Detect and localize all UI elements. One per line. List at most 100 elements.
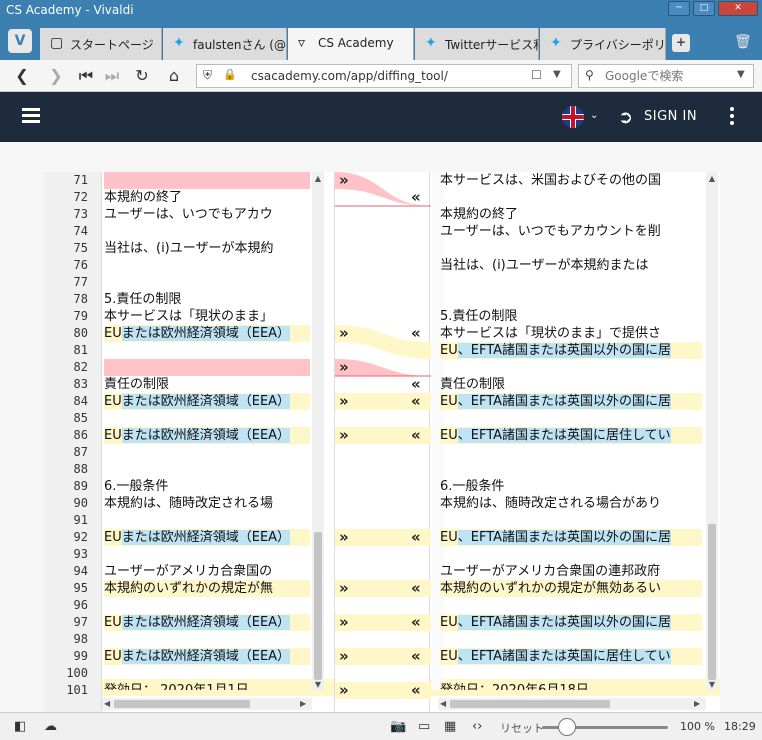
reload-icon[interactable]: ↻ bbox=[132, 66, 152, 86]
left-vertical-scrollbar[interactable]: ▲ ▼ bbox=[312, 172, 324, 690]
cloud-sync-icon[interactable]: ☁ bbox=[44, 719, 57, 734]
left-horizontal-scrollbar[interactable]: ◀ ▶ bbox=[102, 698, 312, 710]
merge-right-icon[interactable]: » bbox=[339, 427, 349, 444]
back-icon[interactable]: ❮ bbox=[12, 66, 32, 86]
hamburger-menu-icon[interactable] bbox=[22, 108, 40, 124]
merge-right-icon[interactable]: » bbox=[339, 580, 349, 597]
page-content: 71 72 73 74 75 76 77 78 79 80 81 82 83 84 85 86 87 88 89 90… bbox=[0, 142, 762, 712]
scroll-left-icon[interactable]: ◀ bbox=[440, 699, 446, 708]
text-line: EU、EFTA諸国または英国以外の国に居 bbox=[440, 342, 702, 359]
merge-left-icon[interactable]: « bbox=[411, 189, 421, 206]
scrollbar-thumb[interactable] bbox=[314, 532, 322, 680]
text-line bbox=[440, 410, 702, 427]
text-line bbox=[104, 359, 310, 376]
shield-icon[interactable]: ⛨ bbox=[203, 68, 212, 83]
scrollbar-thumb[interactable] bbox=[114, 700, 250, 708]
line-number: 90 bbox=[73, 496, 88, 510]
maximize-button[interactable]: □ bbox=[693, 1, 715, 16]
tab-twitter-terms[interactable]: ✦ Twitterサービス利 bbox=[415, 28, 539, 60]
merge-left-icon[interactable]: « bbox=[411, 529, 421, 546]
more-options-icon[interactable] bbox=[730, 107, 734, 128]
scrollbar-thumb[interactable] bbox=[450, 700, 610, 708]
vivaldi-menu-icon[interactable]: V bbox=[8, 29, 32, 53]
scroll-down-icon[interactable]: ▼ bbox=[312, 680, 324, 689]
fast-forward-icon[interactable]: ⏭ bbox=[102, 66, 122, 86]
merge-left-icon[interactable]: « bbox=[411, 580, 421, 597]
merge-left-icon[interactable]: « bbox=[411, 325, 421, 342]
code-icon[interactable]: ‹› bbox=[472, 719, 482, 734]
line-number: 74 bbox=[73, 224, 88, 238]
text-line bbox=[104, 665, 310, 682]
merge-right-icon[interactable]: » bbox=[339, 359, 349, 376]
merge-right-icon[interactable]: » bbox=[339, 529, 349, 546]
image-icon[interactable]: ▦ bbox=[444, 719, 456, 734]
text-line: 6.一般条件 bbox=[440, 479, 505, 494]
line-number: 78 bbox=[73, 292, 88, 306]
merge-right-icon[interactable]: » bbox=[339, 172, 349, 189]
scroll-right-icon[interactable]: ▶ bbox=[300, 699, 306, 708]
line-number: 86 bbox=[73, 428, 88, 442]
camera-icon[interactable]: 📷 bbox=[390, 719, 406, 734]
right-vertical-scrollbar[interactable]: ▲ ▼ bbox=[706, 172, 718, 690]
merge-left-icon[interactable]: « bbox=[411, 648, 421, 665]
zoom-slider-knob[interactable] bbox=[558, 718, 576, 736]
rewind-icon[interactable]: ⏮ bbox=[76, 66, 96, 86]
trash-icon[interactable]: 🗑 bbox=[734, 34, 752, 50]
merge-right-icon[interactable]: » bbox=[339, 393, 349, 410]
minimize-button[interactable]: ─ bbox=[668, 1, 690, 16]
reset-zoom-button[interactable]: リセット bbox=[500, 720, 544, 736]
tab-twitter-profile[interactable]: ✦ faulstenさん (@er bbox=[163, 28, 287, 60]
left-text-pane[interactable]: 本規約の終了 ユーザーは、いつでもアカウ 当社は、(i)ユーザーが本規約 5.責任の制… bbox=[104, 172, 310, 690]
right-text-pane[interactable]: 本サービスは、米国およびその他の国 本規約の終了 ユーザーは、いつでもアカウントを削… bbox=[440, 172, 702, 690]
tab-privacy-policy[interactable]: ✦ プライバシーポリシー bbox=[540, 28, 666, 60]
close-button[interactable]: ✕ bbox=[718, 1, 758, 16]
merge-left-icon[interactable]: « bbox=[411, 614, 421, 631]
diff-connector-column: » « » « » « » « » « » « » « » « » « » « bbox=[334, 172, 431, 712]
line-number: 71 bbox=[73, 173, 88, 187]
line-number: 94 bbox=[73, 564, 88, 578]
merge-left-icon[interactable]: « bbox=[411, 682, 421, 699]
chevron-down-icon[interactable]: ▼ bbox=[553, 69, 561, 80]
scroll-up-icon[interactable]: ▲ bbox=[312, 174, 324, 183]
text-line bbox=[104, 342, 310, 359]
merge-right-icon[interactable]: » bbox=[339, 682, 349, 699]
text-line bbox=[440, 189, 702, 206]
scrollbar-thumb[interactable] bbox=[708, 524, 716, 680]
diff-highlight: 、EFTA諸国または英国以外の国に居 bbox=[457, 343, 672, 358]
text-line bbox=[440, 546, 702, 563]
text-line: ユーザーがアメリカ合衆国の bbox=[104, 564, 273, 579]
merge-right-icon[interactable]: » bbox=[339, 614, 349, 631]
tab-cs-academy[interactable]: ▿ CS Academy bbox=[288, 28, 414, 60]
merge-right-icon[interactable]: » bbox=[339, 648, 349, 665]
new-tab-button[interactable]: + bbox=[672, 34, 690, 52]
search-input[interactable] bbox=[605, 68, 735, 84]
forward-icon[interactable]: ❯ bbox=[46, 66, 66, 86]
url-text[interactable]: csacademy.com/app/diffing_tool/ bbox=[251, 69, 448, 83]
scroll-up-icon[interactable]: ▲ bbox=[706, 174, 718, 183]
diff-highlight: または欧州経済領域（EEA） bbox=[121, 649, 291, 664]
scroll-left-icon[interactable]: ◀ bbox=[104, 699, 110, 708]
window-icon[interactable]: ▭ bbox=[418, 719, 430, 734]
text-line bbox=[440, 665, 702, 682]
tab-start-page[interactable]: ▢ スタートページ bbox=[40, 28, 162, 60]
right-horizontal-scrollbar[interactable]: ◀ ▶ bbox=[438, 698, 706, 710]
home-icon[interactable]: ⌂ bbox=[164, 66, 184, 86]
search-field[interactable]: ⚲ ▼ bbox=[578, 64, 754, 88]
merge-right-icon[interactable]: » bbox=[339, 325, 349, 342]
sign-in-icon[interactable]: ➲ bbox=[618, 107, 633, 128]
scroll-down-icon[interactable]: ▼ bbox=[706, 680, 718, 689]
uk-flag-icon[interactable] bbox=[562, 106, 584, 128]
merge-left-icon[interactable]: « bbox=[411, 393, 421, 410]
panel-toggle-icon[interactable]: ◧ bbox=[14, 719, 26, 734]
chevron-down-icon[interactable]: ⌄ bbox=[590, 110, 598, 121]
bookmark-icon[interactable]: ☐ bbox=[531, 68, 542, 82]
chevron-down-icon[interactable]: ▼ bbox=[737, 69, 745, 80]
text-line: ユーザーがアメリカ合衆国の連邦政府 bbox=[440, 564, 661, 579]
text-line bbox=[104, 444, 310, 461]
text-line: 本サービスは「現状のまま」で提供さ bbox=[440, 326, 662, 341]
sign-in-button[interactable]: SIGN IN bbox=[644, 109, 697, 124]
url-field[interactable]: ⛨ 🔒 csacademy.com/app/diffing_tool/ ☐ ▼ bbox=[196, 64, 572, 88]
merge-left-icon[interactable]: « bbox=[411, 376, 421, 393]
scroll-right-icon[interactable]: ▶ bbox=[694, 699, 700, 708]
merge-left-icon[interactable]: « bbox=[411, 427, 421, 444]
